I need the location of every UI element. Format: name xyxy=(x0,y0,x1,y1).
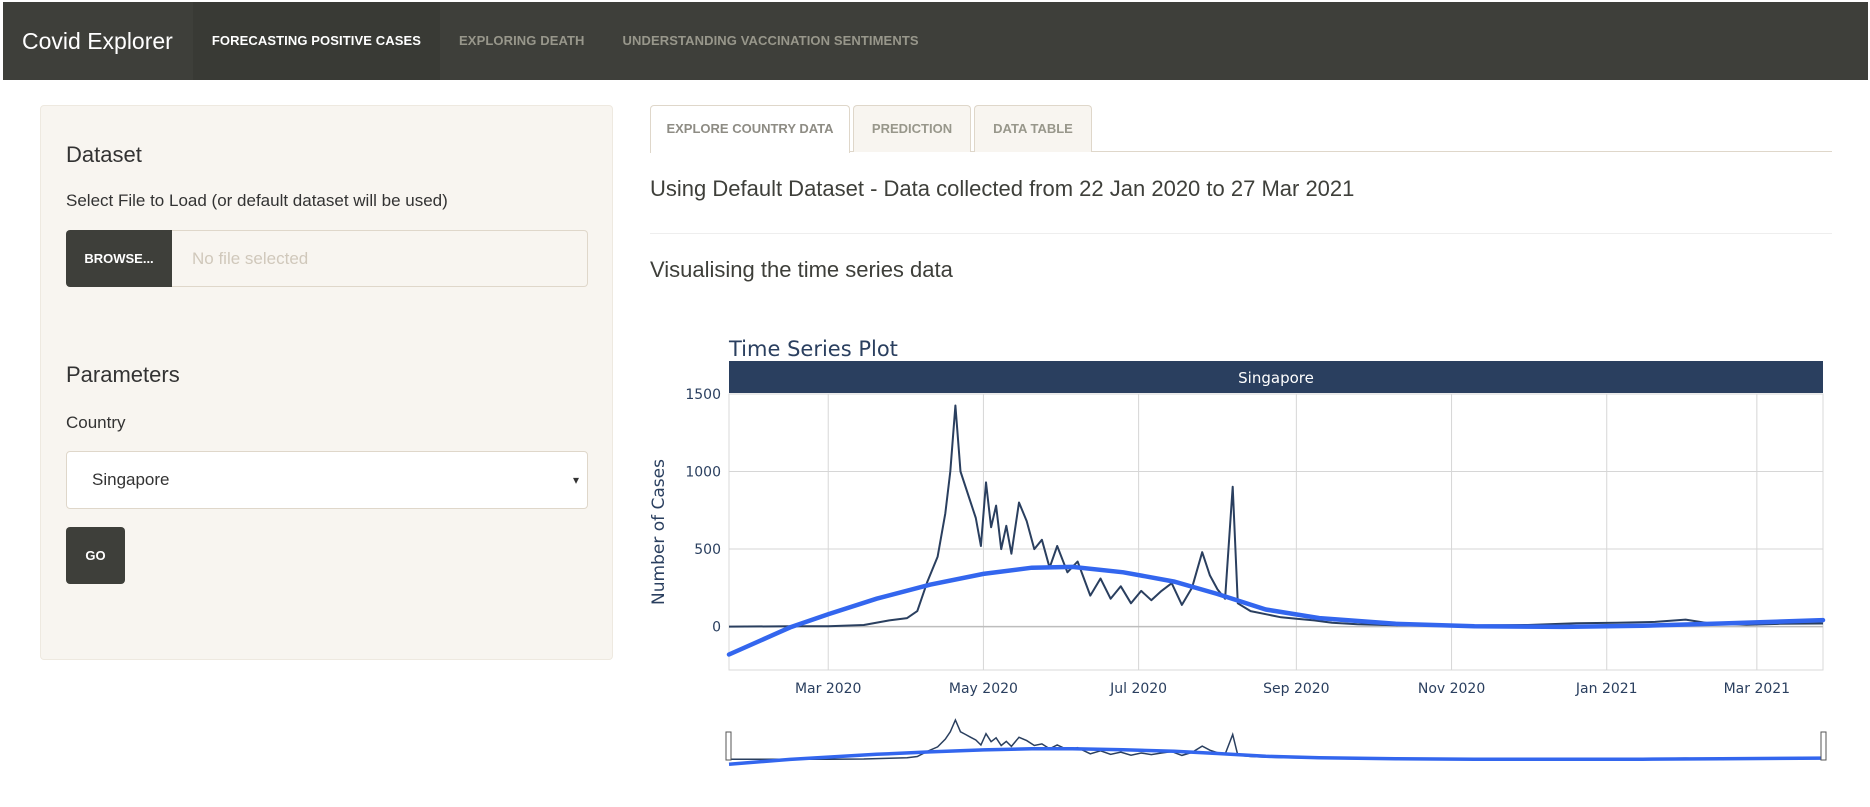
app-brand[interactable]: Covid Explorer xyxy=(3,2,193,80)
divider xyxy=(650,233,1832,234)
file-load-label: Select File to Load (or default dataset … xyxy=(66,191,448,210)
slider-series-trend xyxy=(728,746,1824,766)
sidebar-panel: Dataset Select File to Load (or default … xyxy=(40,105,613,660)
parameters-title: Parameters xyxy=(66,362,180,387)
x-tick-label: May 2020 xyxy=(949,681,1018,697)
x-tick-label: Mar 2021 xyxy=(1724,681,1791,697)
file-upload-group: BROWSE... No file selected xyxy=(66,230,588,287)
file-name-field[interactable]: No file selected xyxy=(172,230,588,287)
section-title: Visualising the time series data xyxy=(650,257,953,282)
tab-data-table[interactable]: DATA TABLE xyxy=(974,105,1092,152)
x-tick-label: Jan 2021 xyxy=(1575,681,1638,697)
nav-forecasting[interactable]: FORECASTING POSITIVE CASES xyxy=(192,2,441,80)
y-tick-label: 1000 xyxy=(685,465,721,481)
time-series-chart: Singapore Time Series Plot Number of Cas… xyxy=(650,330,1832,770)
country-select[interactable]: Singapore ▾ xyxy=(66,451,588,509)
x-tick-label: Jul 2020 xyxy=(1109,681,1167,697)
main-tabs: EXPLORE COUNTRY DATA PREDICTION DATA TAB… xyxy=(650,105,1832,153)
nav-vaccination-sentiments[interactable]: UNDERSTANDING VACCINATION SENTIMENTS xyxy=(604,2,938,80)
plot-area xyxy=(728,393,1824,671)
country-label: Country xyxy=(66,413,126,432)
range-slider-handle-right[interactable] xyxy=(1820,731,1827,761)
dataset-title: Dataset xyxy=(66,142,142,167)
x-tick-label: Mar 2020 xyxy=(795,681,862,697)
y-axis-label: Number of Cases xyxy=(650,459,669,605)
chevron-down-icon: ▾ xyxy=(572,473,579,487)
tab-prediction[interactable]: PREDICTION xyxy=(853,105,971,152)
dataset-info-text: Using Default Dataset - Data collected f… xyxy=(650,176,1355,201)
y-tick-label: 500 xyxy=(694,542,721,558)
x-tick-label: Nov 2020 xyxy=(1418,681,1485,697)
go-button[interactable]: GO xyxy=(66,527,125,584)
chart-title: Time Series Plot xyxy=(728,337,898,361)
tab-explore-country-data[interactable]: EXPLORE COUNTRY DATA xyxy=(650,105,850,153)
browse-button[interactable]: BROWSE... xyxy=(66,230,172,287)
facet-label: Singapore xyxy=(1238,369,1314,387)
chart-svg: Singapore Time Series Plot Number of Cas… xyxy=(650,337,1827,766)
y-tick-label: 0 xyxy=(712,620,721,636)
y-tick-label: 1500 xyxy=(685,387,721,403)
country-select-value: Singapore xyxy=(92,470,170,489)
x-tick-label: Sep 2020 xyxy=(1263,681,1329,697)
nav-exploring-death[interactable]: EXPLORING DEATH xyxy=(440,2,604,80)
top-navbar: Covid Explorer FORECASTING POSITIVE CASE… xyxy=(3,2,1868,80)
range-slider-handle-left[interactable] xyxy=(725,731,732,761)
